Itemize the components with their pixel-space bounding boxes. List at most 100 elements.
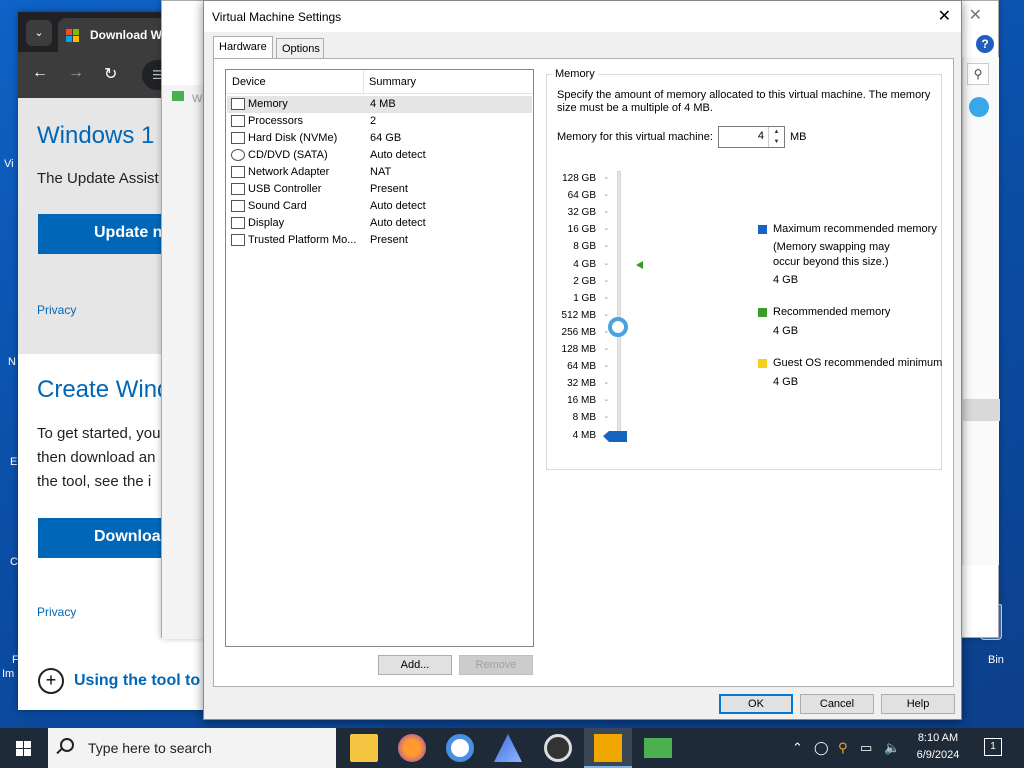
device-summary: 64 GB [370, 132, 402, 144]
legend-max-note-line: occur beyond this size.) [773, 256, 889, 268]
memory-group-label: Memory [552, 68, 598, 80]
tick-mark: - [604, 292, 608, 304]
forward-arrow-icon[interactable]: → [68, 64, 84, 82]
file-explorer-icon[interactable] [350, 734, 378, 762]
memory-scale-label: 128 MB - [551, 344, 608, 355]
clock-time: 8:10 AM [917, 732, 959, 744]
device-row-memory[interactable]: Memory 4 MB [227, 96, 532, 113]
selected-row[interactable] [963, 399, 1000, 421]
back-arrow-icon[interactable]: ← [32, 64, 48, 82]
tab-hardware[interactable]: Hardware [213, 36, 273, 59]
memory-scale-label: 64 MB - [551, 361, 608, 372]
device-name: Memory [248, 98, 288, 110]
device-name: Processors [248, 115, 304, 127]
device-list[interactable]: Device Summary Memory 4 MB Processors 2 … [225, 69, 534, 647]
reload-icon[interactable]: ↻ [104, 64, 117, 84]
column-divider[interactable] [363, 70, 364, 94]
minimum-color-swatch [758, 359, 767, 368]
library-pane: W [162, 85, 205, 639]
memory-scale-text: 64 GB [567, 190, 596, 202]
clock-date: 6/9/2024 [916, 749, 960, 761]
memory-scale-label: 256 MB - [551, 327, 608, 338]
tab-options[interactable]: Options [276, 38, 324, 58]
vm-icon[interactable] [644, 738, 672, 758]
obs-icon[interactable] [544, 734, 572, 762]
memory-scale-label: 1 GB - [551, 292, 608, 304]
processor-icon [231, 115, 245, 127]
device-row-display[interactable]: Display Auto detect [227, 215, 532, 232]
notification-center-button[interactable]: 1 [984, 738, 1002, 756]
device-row-processors[interactable]: Processors 2 [227, 113, 532, 130]
vm-tab-label[interactable]: W [192, 93, 202, 105]
memory-spinner[interactable]: 4 ▲ ▼ [718, 126, 785, 148]
device-summary: Auto detect [370, 200, 426, 212]
memory-slider-thumb[interactable] [608, 317, 628, 337]
taskbar-search-box[interactable]: Type here to search [48, 728, 336, 768]
memory-scale-text: 4 MB [572, 429, 596, 441]
memory-slider-track[interactable] [617, 171, 621, 435]
cancel-button[interactable]: Cancel [800, 694, 874, 714]
vm-settings-dialog: Virtual Machine Settings ✕ Hardware Opti… [203, 0, 962, 720]
device-row-sound-card[interactable]: Sound Card Auto detect [227, 198, 532, 215]
chrome-icon[interactable] [446, 734, 474, 762]
memory-scale-text: 32 MB [567, 378, 596, 390]
desktop-icon-label[interactable]: Vi [4, 158, 14, 170]
legend-max-note-line: (Memory swapping may [773, 241, 890, 253]
start-button[interactable] [0, 728, 48, 768]
desktop-icon-label[interactable]: C [10, 556, 18, 568]
ok-button[interactable]: OK [719, 694, 793, 714]
close-icon[interactable]: ✕ [938, 6, 951, 26]
memory-scale-text: 1 GB [573, 292, 596, 304]
help-button[interactable]: Help [881, 694, 955, 714]
key-icon[interactable]: ⚲ [838, 740, 848, 756]
device-row-cd-dvd[interactable]: CD/DVD (SATA) Auto detect [227, 147, 532, 164]
memory-value[interactable]: 4 [758, 130, 764, 142]
tick-mark: - [604, 378, 608, 390]
paragraph-line: then download an [37, 449, 156, 466]
create-media-heading: Create Wind [37, 376, 171, 403]
taskbar-clock[interactable]: 8:10 AM 6/9/2024 [906, 730, 970, 764]
chevron-up-icon[interactable]: ⌃ [792, 740, 803, 756]
device-name: Network Adapter [248, 166, 330, 178]
app-icon[interactable] [494, 734, 522, 762]
desktop-icon-label[interactable]: E [10, 456, 17, 468]
spin-down-icon[interactable]: ▼ [768, 137, 784, 147]
remove-button[interactable]: Remove [459, 655, 533, 675]
vm-icon [172, 91, 184, 101]
device-row-tpm[interactable]: Trusted Platform Mo... Present [227, 232, 532, 249]
tab-search-button[interactable]: ⌄ [26, 20, 52, 46]
desktop-icon-label[interactable]: Im [2, 668, 14, 680]
desktop-icon-label[interactable]: N [8, 356, 16, 368]
device-summary: Auto detect [370, 217, 426, 229]
tick-mark: - [604, 361, 608, 373]
privacy-link[interactable]: Privacy [37, 605, 76, 619]
tick-mark: - [604, 241, 608, 253]
current-memory-marker[interactable] [603, 430, 627, 442]
vmware-icon[interactable] [594, 734, 622, 762]
hardware-panel: Device Summary Memory 4 MB Processors 2 … [213, 58, 954, 687]
memory-scale-label: 32 GB - [551, 207, 608, 218]
tick-mark: - [604, 224, 608, 236]
privacy-link[interactable]: Privacy [37, 303, 76, 317]
help-icon[interactable]: ? [976, 35, 994, 53]
recycle-bin-label[interactable]: Bin [988, 654, 1004, 666]
sync-icon[interactable]: ◯ [814, 740, 829, 756]
network-icon[interactable]: ▭ [860, 740, 872, 756]
close-icon[interactable]: ✕ [969, 5, 982, 25]
spin-up-icon[interactable]: ▲ [768, 127, 784, 137]
display-icon [231, 217, 245, 229]
device-row-hard-disk[interactable]: Hard Disk (NVMe) 64 GB [227, 130, 532, 147]
column-header-summary[interactable]: Summary [369, 76, 416, 88]
device-row-network-adapter[interactable]: Network Adapter NAT [227, 164, 532, 181]
volume-muted-icon[interactable]: 🔈 [884, 740, 900, 756]
hero-text: The Update Assist [37, 170, 159, 187]
memory-description: Specify the amount of memory allocated t… [557, 89, 931, 114]
firefox-icon[interactable] [398, 734, 426, 762]
memory-scale-label: 32 MB - [551, 378, 608, 390]
search-icon[interactable]: ⚲ [967, 63, 989, 85]
add-button[interactable]: Add... [378, 655, 452, 675]
memory-scale-text: 8 GB [573, 241, 596, 253]
column-header-device[interactable]: Device [232, 76, 266, 88]
memory-scale-label: 8 GB - [551, 241, 608, 253]
device-row-usb-controller[interactable]: USB Controller Present [227, 181, 532, 198]
